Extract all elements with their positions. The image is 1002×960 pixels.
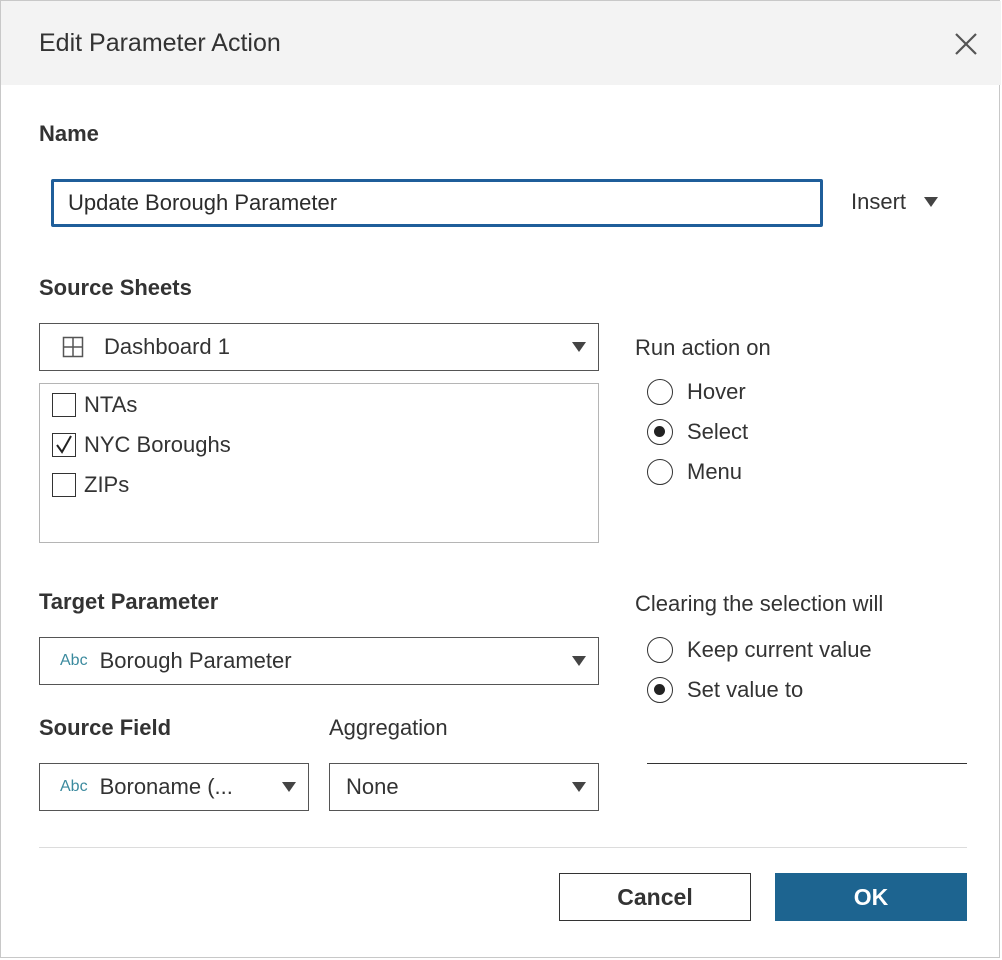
checkmark-icon — [56, 435, 72, 454]
close-icon — [955, 33, 977, 55]
footer-divider — [39, 847, 967, 848]
chevron-down-icon — [924, 197, 939, 207]
clearing-selection-label: Clearing the selection will — [635, 591, 884, 616]
list-item[interactable]: NYC Boroughs — [52, 432, 231, 458]
radio-label: Set value to — [687, 677, 804, 702]
aggregation-value: None — [346, 774, 399, 799]
string-type-icon: Abc — [60, 778, 88, 795]
insert-dropdown[interactable]: Insert — [851, 189, 939, 215]
list-item[interactable]: NTAs — [52, 392, 137, 418]
radio-hover[interactable]: Hover — [647, 379, 746, 405]
checkbox[interactable] — [52, 433, 76, 457]
radio-select[interactable]: Select — [647, 419, 748, 445]
cancel-button[interactable]: Cancel — [559, 873, 751, 921]
sheet-label: ZIPs — [84, 472, 130, 497]
radio-label: Hover — [687, 379, 746, 404]
run-action-on-label: Run action on — [635, 335, 771, 360]
chevron-down-icon — [572, 342, 586, 352]
string-type-icon: Abc — [60, 652, 88, 669]
radio-set-value-to[interactable]: Set value to — [647, 677, 803, 703]
ok-button[interactable]: OK — [775, 873, 967, 921]
source-field-select[interactable]: Abc Boroname (... — [39, 763, 309, 811]
radio-label: Keep current value — [687, 637, 872, 662]
source-sheets-label: Source Sheets — [39, 275, 192, 300]
radio-button[interactable] — [647, 459, 673, 485]
chevron-down-icon — [572, 782, 586, 792]
name-label: Name — [39, 121, 99, 146]
dialog-titlebar: Edit Parameter Action — [1, 1, 1001, 85]
source-dashboard-select[interactable]: Dashboard 1 — [39, 323, 599, 371]
radio-button[interactable] — [647, 677, 673, 703]
dialog-title: Edit Parameter Action — [39, 29, 281, 57]
chevron-down-icon — [282, 782, 296, 792]
target-parameter-select[interactable]: Abc Borough Parameter — [39, 637, 599, 685]
aggregation-select[interactable]: None — [329, 763, 599, 811]
radio-label: Menu — [687, 459, 743, 484]
chevron-down-icon — [572, 656, 586, 666]
target-parameter-label: Target Parameter — [39, 589, 219, 614]
radio-button[interactable] — [647, 419, 673, 445]
close-button[interactable] — [949, 27, 983, 61]
radio-label: Select — [687, 419, 749, 444]
source-field-label: Source Field — [39, 715, 172, 740]
source-sheets-list: NTAs NYC Boroughs ZIPs — [39, 383, 599, 543]
target-parameter-value: Borough Parameter — [99, 648, 292, 673]
dashboard-icon — [62, 336, 84, 358]
radio-button[interactable] — [647, 379, 673, 405]
checkbox[interactable] — [52, 473, 76, 497]
insert-label: Insert — [851, 189, 907, 214]
edit-parameter-action-dialog: Edit Parameter Action Name Insert Source… — [0, 0, 1001, 958]
radio-menu[interactable]: Menu — [647, 459, 742, 485]
aggregation-label: Aggregation — [329, 715, 448, 740]
radio-keep-current-value[interactable]: Keep current value — [647, 637, 872, 663]
radio-button[interactable] — [647, 637, 673, 663]
sheet-label: NYC Boroughs — [84, 432, 231, 457]
set-value-input[interactable] — [647, 763, 967, 764]
list-item[interactable]: ZIPs — [52, 472, 129, 498]
checkbox[interactable] — [52, 393, 76, 417]
source-dashboard-value: Dashboard 1 — [104, 334, 230, 359]
name-input[interactable] — [51, 179, 823, 227]
source-field-value: Boroname (... — [99, 774, 233, 799]
sheet-label: NTAs — [84, 392, 138, 417]
